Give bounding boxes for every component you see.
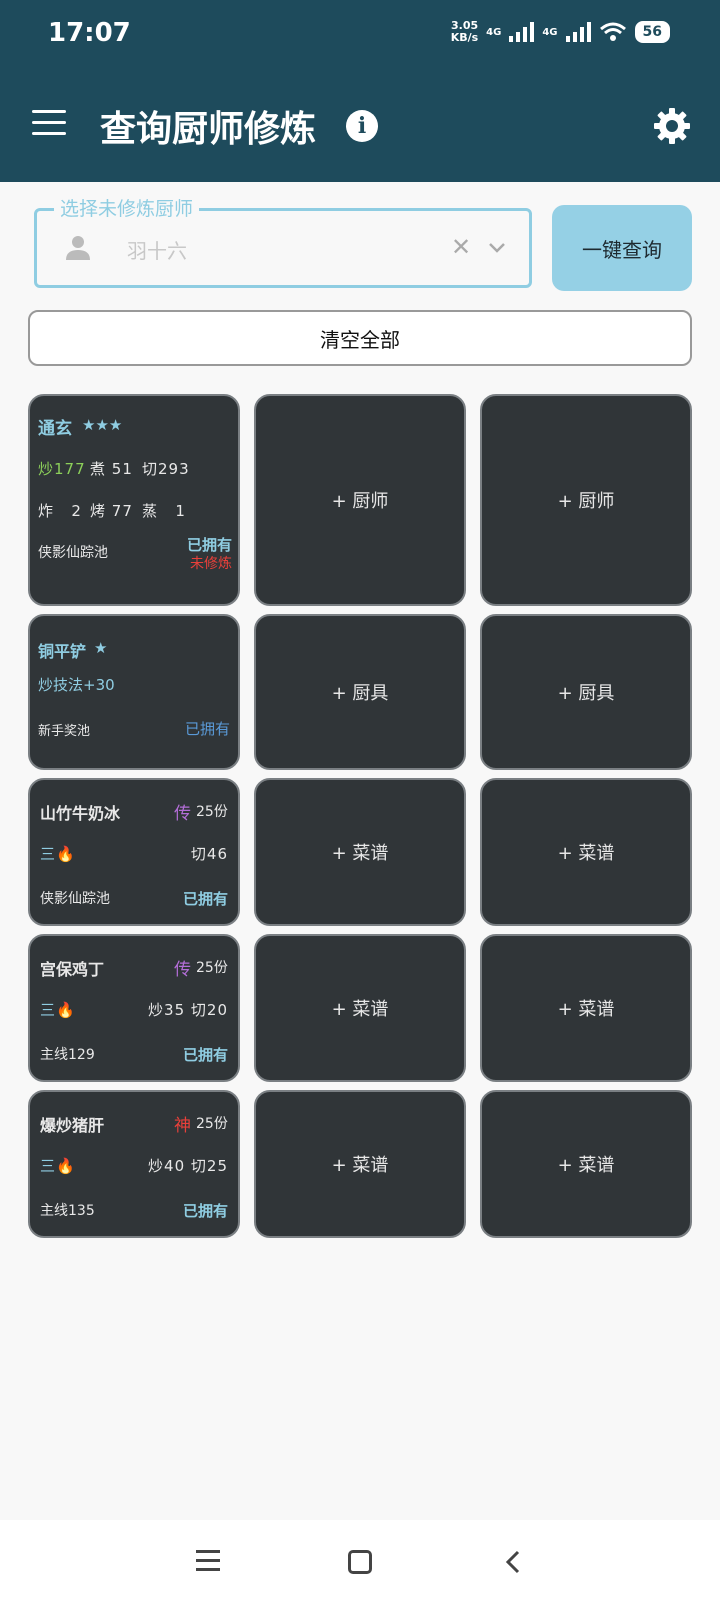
recipe-rarity: 神	[174, 1116, 191, 1136]
info-icon[interactable]: i	[346, 110, 378, 142]
battery-icon: 56	[634, 21, 670, 43]
chef-card[interactable]: 通玄 ★★★ 炒177 煮 51 切293 炸 2 烤 77 蒸 1 侠影仙踪池…	[28, 394, 240, 606]
top-app-bar: 17:07 3.05 KB/s 4G 4G 56 查询厨师修炼 i	[0, 0, 720, 182]
status-icons: 3.05 KB/s 4G 4G 56	[448, 20, 670, 44]
chef-select-value: 羽十六	[127, 239, 187, 263]
user-icon	[66, 236, 90, 260]
chevron-down-icon[interactable]	[485, 235, 509, 259]
wifi-icon	[599, 22, 626, 41]
network-type-2: 4G	[542, 26, 558, 38]
recipe-source: 主线135	[40, 1203, 95, 1219]
chef-select-label: 选择未修炼厨师	[54, 194, 200, 221]
query-button[interactable]: 一键查询	[552, 205, 692, 291]
recipe-rarity: 传	[174, 960, 191, 980]
add-equip-slot-2[interactable]: + 厨具	[254, 614, 466, 770]
add-recipe-slot[interactable]: + 菜谱	[480, 778, 692, 926]
chef-stat-roast: 烤 77	[90, 502, 133, 520]
add-recipe-slot[interactable]: + 菜谱	[480, 934, 692, 1082]
add-recipe-slot[interactable]: + 菜谱	[254, 934, 466, 1082]
page-title: 查询厨师修炼	[100, 109, 317, 150]
recipe-owned-badge: 已拥有	[182, 1046, 228, 1064]
chef-stat-fry: 炸 2	[38, 502, 82, 520]
close-icon[interactable]: ✕	[451, 233, 471, 261]
equip-card[interactable]: 铜平铲 ★ 炒技法+30 新手奖池 已拥有	[28, 614, 240, 770]
chef-name: 通玄	[38, 419, 72, 439]
chef-source: 侠影仙踪池	[38, 545, 108, 561]
recipe-level: 三🔥	[40, 1157, 76, 1175]
recipe-owned-badge: 已拥有	[182, 1202, 228, 1220]
chef-status-badge: 未修炼	[190, 556, 232, 572]
equip-stars: ★	[94, 639, 108, 657]
recipe-level: 三🔥	[40, 1001, 76, 1019]
add-recipe-slot[interactable]: + 菜谱	[254, 1090, 466, 1238]
add-chef-slot-3[interactable]: + 厨师	[480, 394, 692, 606]
recipe-skill: 切46	[190, 845, 228, 863]
clear-all-button[interactable]: 清空全部	[28, 310, 692, 366]
menu-icon[interactable]	[32, 110, 66, 138]
recipe-count: 25份	[196, 804, 228, 820]
chef-stat-boil: 煮 51	[90, 460, 133, 478]
chef-stat-stir: 炒177	[38, 460, 86, 478]
network-speed: 3.05 KB/s	[450, 19, 479, 44]
recipe-count: 25份	[196, 960, 228, 976]
recipe-card-2[interactable]: 宫保鸡丁 传 25份 三🔥 炒35 切20 主线129 已拥有	[28, 934, 240, 1082]
chef-owned-badge: 已拥有	[186, 536, 232, 554]
recipe-skill: 炒35 切20	[148, 1001, 228, 1019]
recipe-card-3[interactable]: 爆炒猪肝 神 25份 三🔥 炒40 切25 主线135 已拥有	[28, 1090, 240, 1238]
add-chef-slot-2[interactable]: + 厨师	[254, 394, 466, 606]
recipe-name: 宫保鸡丁	[40, 960, 105, 979]
network-type-1: 4G	[486, 26, 502, 38]
equip-source: 新手奖池	[38, 724, 91, 739]
recipe-skill: 炒40 切25	[148, 1157, 228, 1175]
add-equip-slot-3[interactable]: + 厨具	[480, 614, 692, 770]
recipe-name: 爆炒猪肝	[40, 1116, 105, 1135]
recent-apps-icon[interactable]	[196, 1550, 220, 1577]
equip-name: 铜平铲	[38, 642, 87, 661]
recipe-card-1[interactable]: 山竹牛奶冰 传 25份 三🔥 切46 侠影仙踪池 已拥有	[28, 778, 240, 926]
recipe-level: 三🔥	[40, 845, 76, 863]
chef-stars: ★★★	[82, 416, 123, 434]
chef-stat-cut: 切293	[142, 460, 190, 478]
back-icon[interactable]	[502, 1550, 526, 1574]
chef-stat-steam: 蒸 1	[142, 502, 186, 520]
recipe-count: 25份	[196, 1116, 228, 1132]
system-nav-bar	[0, 1520, 720, 1600]
gear-icon[interactable]	[652, 106, 692, 146]
recipe-name: 山竹牛奶冰	[40, 804, 121, 823]
recipe-source: 侠影仙踪池	[40, 891, 110, 907]
status-time: 17:07	[48, 18, 131, 48]
add-recipe-slot[interactable]: + 菜谱	[254, 778, 466, 926]
recipe-source: 主线129	[40, 1047, 95, 1063]
equip-owned-badge: 已拥有	[184, 720, 230, 738]
recipe-rarity: 传	[174, 804, 191, 824]
home-icon[interactable]	[348, 1550, 372, 1574]
signal-icon-2	[565, 22, 591, 42]
add-recipe-slot[interactable]: + 菜谱	[480, 1090, 692, 1238]
recipe-owned-badge: 已拥有	[182, 890, 228, 908]
signal-icon	[509, 22, 535, 42]
equip-effect: 炒技法+30	[38, 676, 115, 694]
